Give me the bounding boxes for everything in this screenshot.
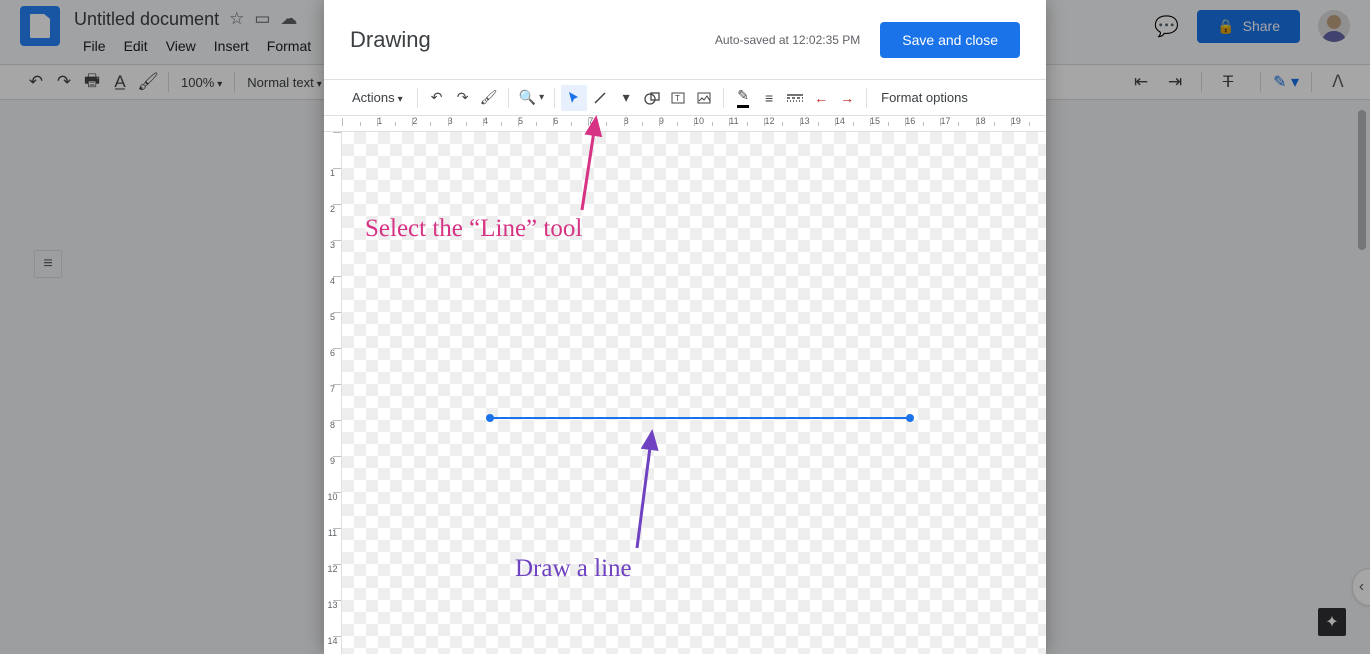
undo-icon[interactable]: ↶ [22,68,50,96]
explore-button[interactable]: ✦ [1318,608,1346,636]
menu-view[interactable]: View [157,34,205,58]
drawing-canvas[interactable] [342,132,1046,654]
dialog-title: Drawing [350,27,431,53]
image-tool-icon[interactable] [691,85,717,111]
document-outline-icon[interactable]: ≡ [34,250,62,278]
menu-insert[interactable]: Insert [205,34,258,58]
drawing-dialog: Drawing Auto-saved at 12:02:35 PM Save a… [324,0,1046,654]
docs-logo[interactable] [20,6,60,46]
save-and-close-button[interactable]: Save and close [880,22,1020,58]
spellcheck-icon[interactable]: A̲ [106,68,134,96]
line-tool-icon[interactable] [587,85,613,111]
line-handle-left[interactable] [486,414,494,422]
line-start-icon[interactable]: ← [808,85,834,111]
share-label: Share [1243,18,1280,34]
redo-icon[interactable]: ↷ [50,68,78,96]
drawing-toolbar: Actions ↶ ↷ 🖌 🔍 ▾ T ✎ ≡ ← → Format optio… [324,80,1046,116]
autosave-status: Auto-saved at 12:02:35 PM [715,33,860,47]
zoom-selector[interactable]: 100% [175,75,228,90]
line-dash-icon[interactable] [782,85,808,111]
draw-redo-icon[interactable]: ↷ [450,85,476,111]
line-weight-icon[interactable]: ≡ [756,85,782,111]
actions-menu[interactable]: Actions [344,90,411,105]
line-color-icon[interactable]: ✎ [730,85,756,111]
lock-icon: 🔒 [1217,18,1234,35]
horizontal-ruler: 12345678910111213141516171819 [324,116,1046,132]
menu-format[interactable]: Format [258,34,320,58]
indent-decrease-icon[interactable]: ⇤ [1127,68,1155,96]
share-button[interactable]: 🔒 Share [1197,10,1300,43]
comments-icon[interactable]: 💬 [1154,14,1179,39]
draw-undo-icon[interactable]: ↶ [424,85,450,111]
menu-edit[interactable]: Edit [115,34,157,58]
line-dropdown-icon[interactable]: ▾ [613,85,639,111]
document-title[interactable]: Untitled document [74,9,219,30]
avatar[interactable] [1318,10,1350,42]
format-options-button[interactable]: Format options [873,90,976,105]
cloud-saved-icon: ☁ [280,9,297,29]
collapse-toolbar-icon[interactable]: ᐱ [1324,68,1352,96]
shape-tool-icon[interactable] [639,85,665,111]
vertical-ruler: 1234567891011121314 [324,132,342,654]
line-handle-right[interactable] [906,414,914,422]
svg-text:T: T [675,94,680,103]
zoom-icon[interactable]: 🔍 [515,85,548,111]
scrollbar-vertical[interactable] [1358,110,1366,250]
line-end-icon[interactable]: → [834,85,860,111]
draw-paint-format-icon[interactable]: 🖌 [476,85,502,111]
move-icon[interactable]: ▭ [254,9,270,29]
menu-file[interactable]: File [74,34,115,58]
select-tool-icon[interactable] [561,85,587,111]
clear-formatting-icon[interactable]: T [1214,68,1242,96]
star-icon[interactable]: ☆ [229,9,244,29]
drawn-line[interactable] [490,417,910,419]
print-icon[interactable]: 🖶 [78,68,106,96]
style-selector[interactable]: Normal text [241,75,328,90]
text-box-tool-icon[interactable]: T [665,85,691,111]
indent-increase-icon[interactable]: ⇥ [1161,68,1189,96]
paint-format-icon[interactable]: 🖌 [134,68,162,96]
editing-mode-button[interactable]: ✎ ▾ [1273,72,1299,92]
